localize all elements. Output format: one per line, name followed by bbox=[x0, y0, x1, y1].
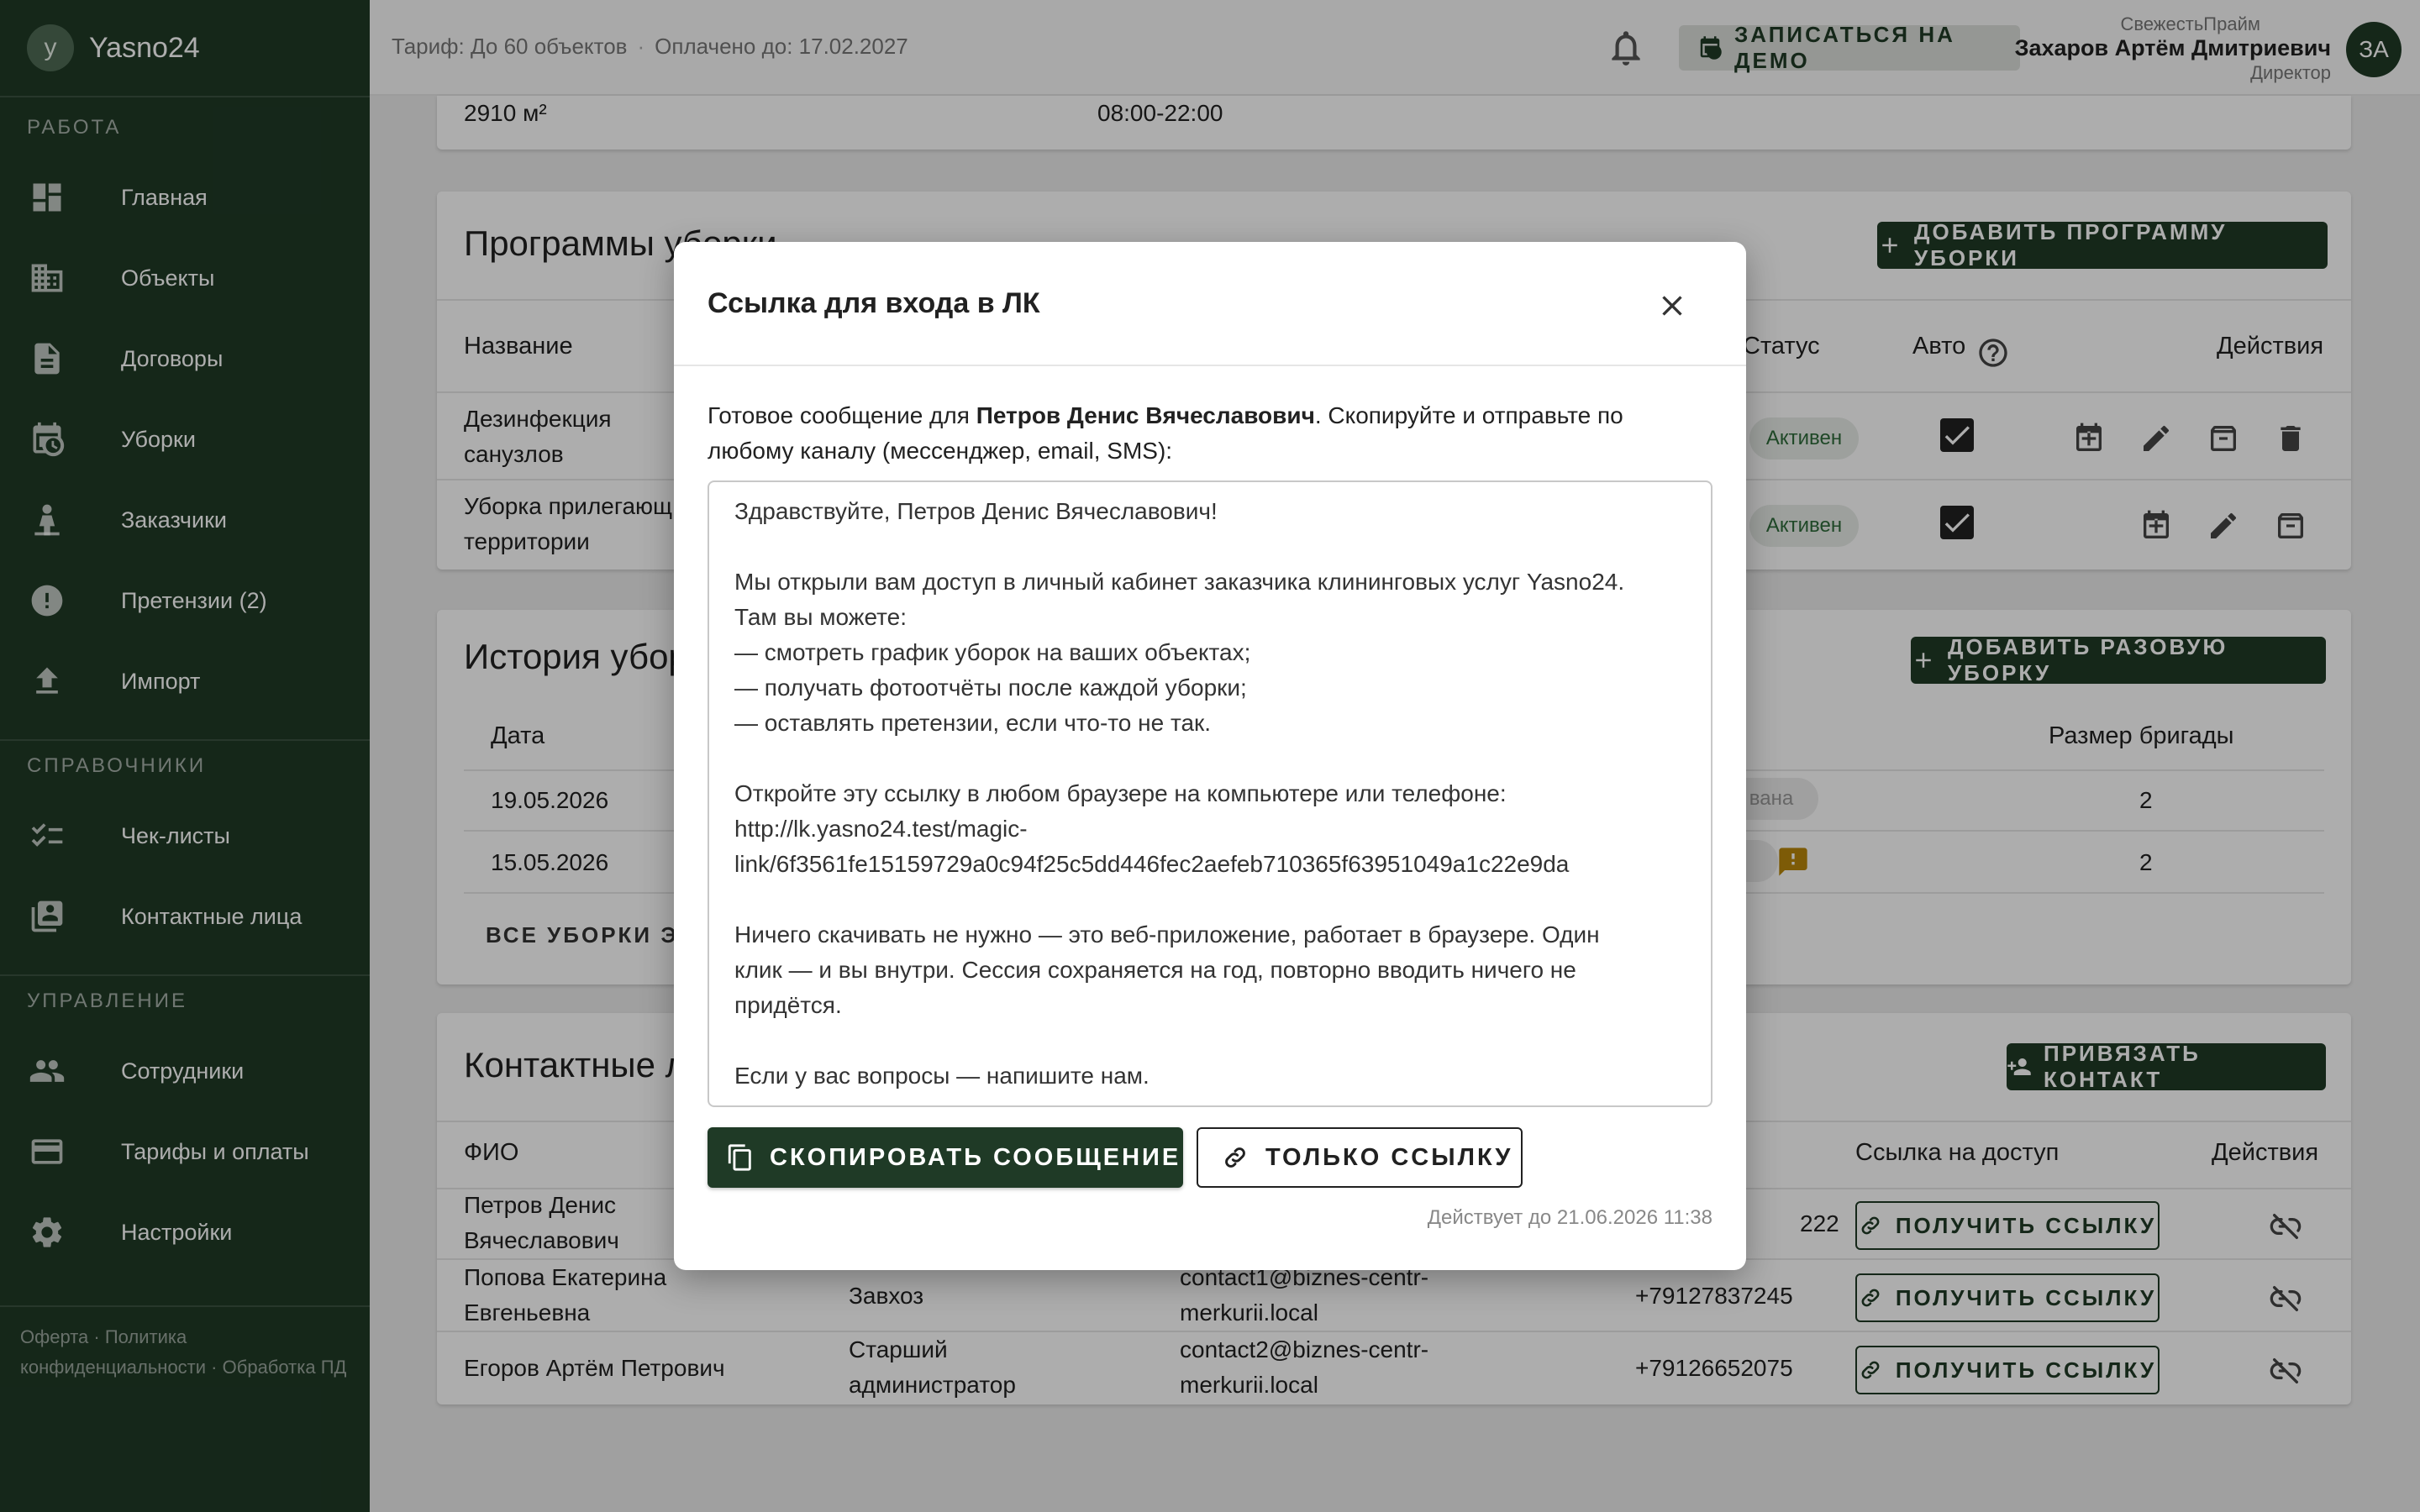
message-textarea[interactable]: Здравствуйте, Петров Денис Вячеславович!… bbox=[708, 480, 1712, 1107]
dialog-divider bbox=[674, 365, 1746, 366]
intro-suffix: . Скопируйте и отправьте по bbox=[1314, 402, 1623, 428]
message-line: Если у вас вопросы — напишите нам. bbox=[734, 1063, 1150, 1089]
message-line: Откройте эту ссылку в любом браузере на … bbox=[734, 780, 1507, 806]
message-line: Здравствуйте, Петров Денис Вячеславович! bbox=[734, 498, 1218, 524]
message-line: — получать фотоотчёты после каждой уборк… bbox=[734, 675, 1247, 701]
message-line bbox=[734, 741, 1686, 776]
message-line: Там вы можете: bbox=[734, 604, 907, 630]
message-line: — смотреть график уборок на ваших объект… bbox=[734, 639, 1251, 665]
close-icon[interactable] bbox=[1655, 289, 1689, 323]
link-only-label: ТОЛЬКО ССЫЛКУ bbox=[1265, 1143, 1513, 1171]
message-line: придётся. bbox=[734, 992, 842, 1018]
message-line: link/6f3561fe15159729a0c94f25c5dd446fec2… bbox=[734, 851, 1570, 877]
link-only-button[interactable]: ТОЛЬКО ССЫЛКУ bbox=[1197, 1127, 1523, 1188]
login-link-dialog: Ссылка для входа в ЛК Готовое сообщение … bbox=[674, 242, 1746, 1270]
message-line: Мы открыли вам доступ в личный кабинет з… bbox=[734, 569, 1625, 595]
intro-prefix: Готовое сообщение для bbox=[708, 402, 976, 428]
message-line bbox=[734, 529, 1686, 564]
message-line bbox=[734, 1023, 1686, 1058]
message-line: Ничего скачивать не нужно — это веб-прил… bbox=[734, 921, 1600, 948]
copy-message-button[interactable]: СКОПИРОВАТЬ СООБЩЕНИЕ bbox=[708, 1127, 1183, 1188]
message-line: http://lk.yasno24.test/magic- bbox=[734, 816, 1028, 842]
valid-until: Действует до 21.06.2026 11:38 bbox=[1427, 1206, 1712, 1229]
copy-icon bbox=[726, 1143, 755, 1172]
message-line: клик — и вы внутри. Сессия сохраняется н… bbox=[734, 957, 1576, 983]
intro-contact-name: Петров Денис Вячеславович bbox=[976, 402, 1315, 428]
message-line bbox=[734, 882, 1686, 917]
message-line: — оставлять претензии, если что-то не та… bbox=[734, 710, 1212, 736]
link-icon bbox=[1222, 1144, 1249, 1171]
dialog-intro: Готовое сообщение для Петров Денис Вячес… bbox=[708, 398, 1712, 469]
intro-suffix: любому каналу (мессенджер, email, SMS): bbox=[708, 438, 1173, 464]
copy-message-label: СКОПИРОВАТЬ СООБЩЕНИЕ bbox=[770, 1143, 1181, 1171]
dialog-title: Ссылка для входа в ЛК bbox=[708, 287, 1040, 319]
